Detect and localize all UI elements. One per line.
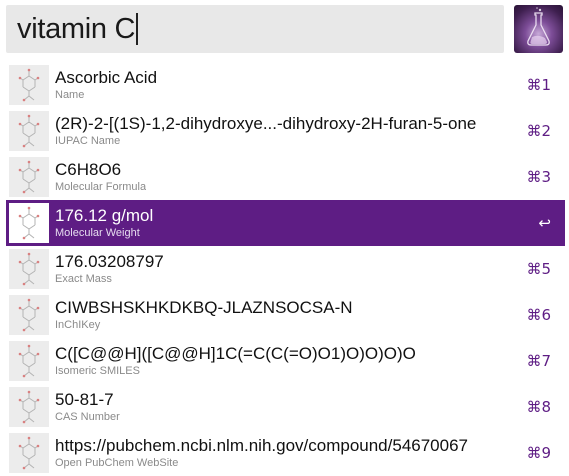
result-title: Ascorbic Acid bbox=[55, 68, 158, 87]
result-title: https://pubchem.ncbi.nlm.nih.gov/compoun… bbox=[55, 436, 468, 455]
molecule-structure-icon bbox=[9, 157, 49, 197]
search-bar[interactable]: vitamin C bbox=[6, 5, 504, 53]
result-title: C6H8O6 bbox=[55, 160, 122, 179]
result-row-isomeric-smiles[interactable]: C([C@@H]([C@@H]1C(=C(C(=O)O1)O)O)O)O Iso… bbox=[6, 338, 565, 384]
molecule-structure-icon bbox=[9, 295, 49, 335]
result-row-molecular-formula[interactable]: C6H8O6 Molecular Formula ⌘3 bbox=[6, 154, 565, 200]
result-subtitle: IUPAC Name bbox=[55, 135, 121, 147]
molecule-structure-icon bbox=[9, 387, 49, 427]
result-title: C([C@@H]([C@@H]1C(=C(C(=O)O1)O)O)O)O bbox=[55, 344, 416, 363]
result-row-iupac-name[interactable]: (2R)-2-[(1S)-1,2-dihydroxye...-dihydroxy… bbox=[6, 108, 565, 154]
result-row-molecular-weight[interactable]: 176.12 g/mol Molecular Weight ↩ bbox=[6, 200, 565, 246]
result-title: 176.12 g/mol bbox=[55, 206, 154, 225]
shortcut-label: ⌘9 bbox=[526, 444, 551, 462]
text-caret bbox=[136, 13, 139, 45]
search-query-text: vitamin C bbox=[17, 12, 136, 45]
result-title: CIWBSHSKHKDKBQ-JLAZNSOCSA-N bbox=[55, 298, 353, 317]
result-row-inchikey[interactable]: CIWBSHSKHKDKBQ-JLAZNSOCSA-N InChIKey ⌘6 bbox=[6, 292, 565, 338]
molecule-structure-icon bbox=[9, 203, 49, 243]
result-subtitle: Molecular Weight bbox=[55, 227, 140, 239]
result-title: 50-81-7 bbox=[55, 390, 114, 409]
result-subtitle: CAS Number bbox=[55, 411, 120, 423]
shortcut-label: ⌘7 bbox=[526, 352, 551, 370]
molecule-structure-icon bbox=[9, 433, 49, 473]
result-subtitle: Isomeric SMILES bbox=[55, 365, 140, 377]
shortcut-label: ⌘3 bbox=[526, 168, 551, 186]
return-key-icon: ↩ bbox=[538, 214, 551, 232]
result-subtitle: Molecular Formula bbox=[55, 181, 147, 193]
result-row-pubchem-website[interactable]: https://pubchem.ncbi.nlm.nih.gov/compoun… bbox=[6, 430, 565, 476]
result-subtitle: InChIKey bbox=[55, 319, 101, 331]
molecule-structure-icon bbox=[9, 65, 49, 105]
result-subtitle: Open PubChem WebSite bbox=[55, 457, 179, 469]
molecule-structure-icon bbox=[9, 111, 49, 151]
shortcut-label: ⌘1 bbox=[526, 76, 551, 94]
shortcut-label: ⌘6 bbox=[526, 306, 551, 324]
shortcut-label: ⌘2 bbox=[526, 122, 551, 140]
molecule-structure-icon bbox=[9, 341, 49, 381]
shortcut-label: ⌘8 bbox=[526, 398, 551, 416]
result-row-cas-number[interactable]: 50-81-7 CAS Number ⌘8 bbox=[6, 384, 565, 430]
result-row-exact-mass[interactable]: 176.03208797 Exact Mass ⌘5 bbox=[6, 246, 565, 292]
result-row-name[interactable]: Ascorbic Acid Name ⌘1 bbox=[6, 62, 565, 108]
flask-icon bbox=[514, 5, 563, 53]
result-subtitle: Exact Mass bbox=[55, 273, 112, 285]
shortcut-label: ⌘5 bbox=[526, 260, 551, 278]
result-subtitle: Name bbox=[55, 89, 85, 101]
result-title: (2R)-2-[(1S)-1,2-dihydroxye...-dihydroxy… bbox=[55, 114, 477, 133]
molecule-structure-icon bbox=[9, 249, 49, 289]
result-title: 176.03208797 bbox=[55, 252, 164, 271]
search-input[interactable]: vitamin C bbox=[17, 12, 139, 46]
